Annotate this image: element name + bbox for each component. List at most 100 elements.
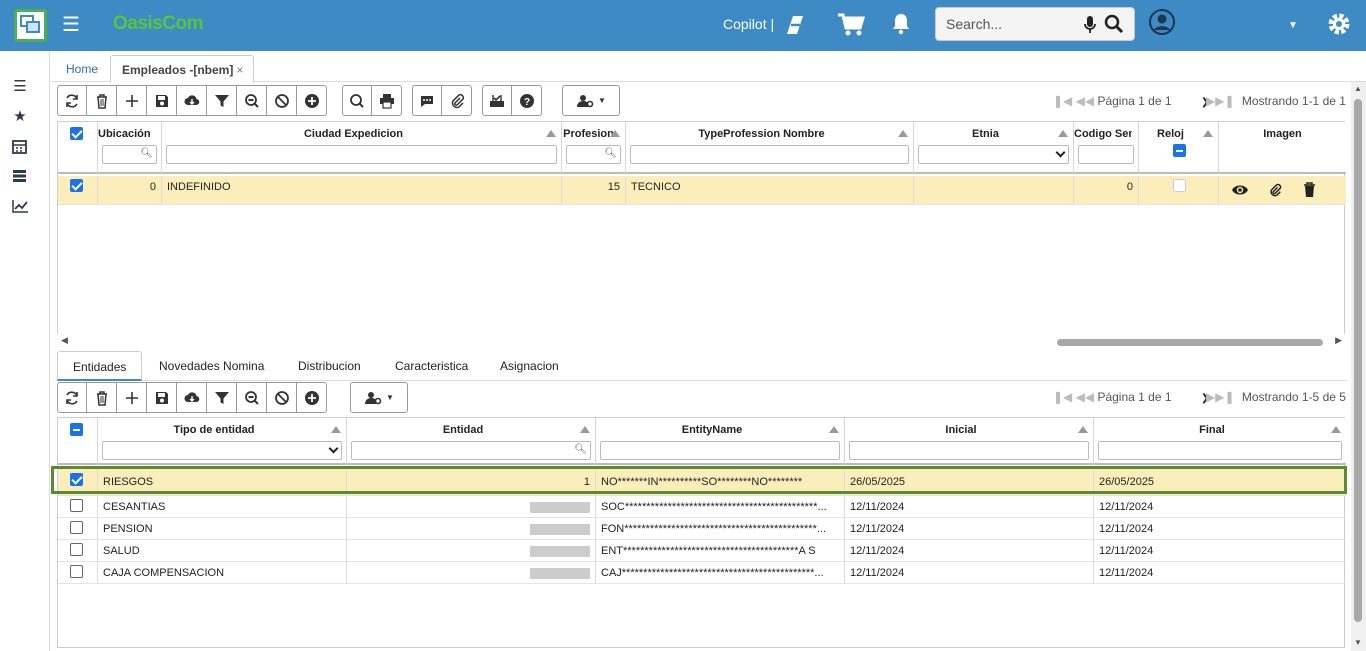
table-row[interactable]: CESANTIAS SOC****************************… (58, 496, 1346, 518)
next-page-icon[interactable]: ▶▶❚ (1206, 390, 1235, 404)
horizontal-scrollbar-thumb[interactable] (1057, 339, 1323, 346)
close-tab-icon[interactable]: × (236, 63, 243, 77)
attach-paperclip-icon[interactable] (1268, 182, 1282, 198)
sort-icon[interactable] (898, 130, 908, 137)
select-all-checkbox[interactable] (70, 423, 83, 436)
search-icon[interactable] (1104, 14, 1124, 34)
scroll-right-icon[interactable]: ▶ (1335, 335, 1342, 346)
col-entidad[interactable]: Entidad 🔍︎ (347, 418, 596, 465)
sort-icon[interactable] (546, 130, 556, 137)
tab-home[interactable]: Home (66, 62, 98, 76)
search-button[interactable] (342, 85, 372, 116)
col-profesion[interactable]: Profesion 🔍︎ (562, 122, 626, 174)
col-entity-name[interactable]: EntityName (596, 418, 845, 465)
filter-tipo-entidad-select[interactable] (102, 441, 342, 460)
refresh-button[interactable] (57, 85, 87, 116)
search-input[interactable] (946, 16, 1076, 32)
table-row[interactable]: 0 INDEFINIDO 15 TECNICO 0 (58, 176, 1346, 205)
user-settings-button[interactable]: ▼ (350, 382, 408, 413)
table-row[interactable]: PENSION FON******************************… (58, 518, 1346, 540)
add-circle-button[interactable] (297, 382, 327, 413)
sort-icon[interactable] (829, 426, 839, 433)
filter-reloj-checkbox[interactable] (1173, 144, 1186, 157)
sort-icon[interactable] (1331, 426, 1341, 433)
download-button[interactable] (177, 85, 207, 116)
attach-button[interactable] (442, 85, 472, 116)
user-avatar-icon[interactable] (1149, 9, 1175, 35)
col-codigo[interactable]: Codigo Sena (1074, 122, 1139, 174)
col-ubicacion[interactable]: Ubicación de 🔍︎ (98, 122, 162, 174)
sort-icon[interactable] (1058, 130, 1068, 137)
tab-entidades[interactable]: Entidades (57, 351, 143, 381)
refresh-button[interactable] (57, 382, 87, 413)
select-all-checkbox[interactable] (70, 127, 83, 140)
list-menu-icon[interactable]: ☰ (12, 79, 28, 95)
first-page-icon[interactable]: ❚◀ (1053, 94, 1072, 108)
notifications-bell-icon[interactable] (891, 13, 911, 35)
filter-codigo[interactable] (1078, 145, 1134, 164)
copilot-icon[interactable] (781, 12, 807, 38)
row-checkbox[interactable] (70, 565, 83, 578)
tab-distribucion[interactable]: Distribucion (298, 351, 361, 381)
scroll-left-icon[interactable]: ◀ (61, 335, 68, 346)
filter-entidad[interactable]: 🔍︎ (351, 441, 591, 460)
app-logo-icon[interactable] (14, 9, 47, 42)
prev-page-icon[interactable]: ◀◀ (1076, 390, 1094, 404)
reloj-checkbox[interactable] (1173, 179, 1186, 192)
col-etnia[interactable]: Etnia (914, 122, 1074, 174)
microphone-icon[interactable] (1084, 15, 1096, 35)
add-button[interactable] (117, 382, 147, 413)
filter-type-nombre[interactable] (630, 145, 909, 164)
view-eye-icon[interactable] (1231, 183, 1249, 197)
approve-button[interactable] (482, 85, 512, 116)
server-list-icon[interactable] (12, 169, 27, 182)
user-menu-chevron-down-icon[interactable]: ▼ (1288, 20, 1298, 31)
cancel-button[interactable] (267, 382, 297, 413)
copilot-label[interactable]: Copilot | (723, 16, 774, 32)
sort-icon[interactable] (331, 426, 341, 433)
filter-ubicacion[interactable]: 🔍︎ (102, 145, 157, 164)
favorites-star-icon[interactable]: ★ (12, 109, 28, 125)
add-circle-button[interactable] (297, 85, 327, 116)
scroll-down-icon[interactable]: ▼ (1354, 638, 1362, 647)
filter-profesion[interactable]: 🔍︎ (566, 145, 621, 164)
tab-novedades-nomina[interactable]: Novedades Nomina (159, 351, 264, 381)
filter-final[interactable] (1098, 441, 1342, 460)
zoom-out-button[interactable] (237, 85, 267, 116)
delete-button[interactable] (87, 382, 117, 413)
sort-icon[interactable] (580, 426, 590, 433)
first-page-icon[interactable]: ❚◀ (1053, 390, 1072, 404)
col-final[interactable]: Final (1094, 418, 1346, 465)
tab-empleados[interactable]: Empleados -[nbem] × (110, 55, 255, 83)
help-button[interactable]: ? (512, 85, 542, 116)
next-page-icon[interactable]: ▶▶❚ (1206, 94, 1235, 108)
row-checkbox[interactable] (70, 499, 83, 512)
vertical-scrollbar-thumb[interactable] (1354, 99, 1362, 622)
user-settings-button[interactable]: ▼ (562, 85, 620, 116)
filter-button[interactable] (207, 85, 237, 116)
add-button[interactable] (117, 85, 147, 116)
cancel-button[interactable] (267, 85, 297, 116)
prev-page-icon[interactable]: ◀◀ (1076, 94, 1094, 108)
sort-icon[interactable] (1078, 426, 1088, 433)
chart-line-icon[interactable] (12, 199, 29, 213)
delete-trash-icon[interactable] (1303, 182, 1316, 198)
tab-asignacion[interactable]: Asignacion (500, 351, 559, 381)
filter-ciudad[interactable] (166, 145, 557, 164)
page-vertical-scrollbar[interactable]: ▲ ▼ (1351, 82, 1366, 651)
save-button[interactable] (147, 382, 177, 413)
scroll-up-icon[interactable]: ▲ (1354, 84, 1362, 93)
filter-inicial[interactable] (849, 441, 1089, 460)
col-inicial[interactable]: Inicial (845, 418, 1094, 465)
col-tipo-entidad[interactable]: Tipo de entidad (98, 418, 347, 465)
filter-entity-name[interactable] (600, 441, 840, 460)
sort-icon[interactable] (1203, 130, 1213, 137)
settings-gear-icon[interactable] (1325, 10, 1353, 38)
save-button[interactable] (147, 85, 177, 116)
filter-button[interactable] (207, 382, 237, 413)
horizontal-scrollbar[interactable]: ◀ ▶ (57, 334, 1345, 350)
col-reloj[interactable]: Reloj (1139, 122, 1219, 174)
col-type-nombre[interactable]: TypeProfession Nombre (626, 122, 914, 174)
zoom-out-button[interactable] (237, 382, 267, 413)
sort-icon[interactable] (610, 130, 620, 137)
